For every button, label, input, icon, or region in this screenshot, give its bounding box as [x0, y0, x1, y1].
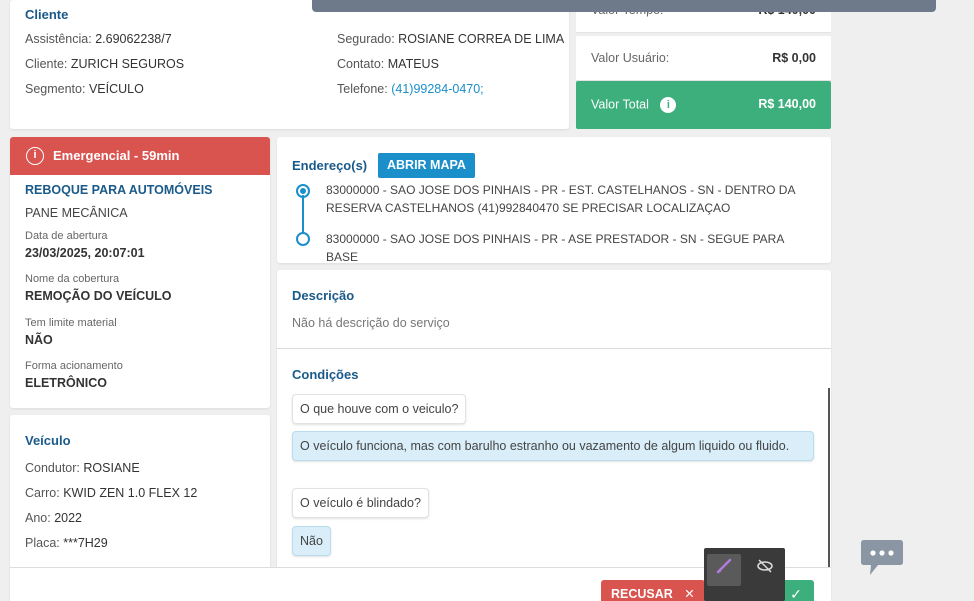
- telefone-row: Telefone: (41)99284-0470;: [337, 82, 484, 96]
- segmento-row: Segmento: VEÍCULO: [25, 82, 144, 96]
- limite-value: NÃO: [25, 333, 53, 347]
- valor-total-label: Valor Total: [591, 97, 649, 112]
- condutor-value: ROSIANE: [83, 461, 140, 475]
- eye-off-icon: [757, 559, 773, 573]
- abertura-value: 23/03/2025, 20:07:01: [25, 246, 145, 260]
- cliente-card: Cliente Assistência: 2.69062238/7 Client…: [10, 0, 569, 129]
- placa-label: Placa:: [25, 536, 60, 550]
- carro-row: Carro: KWID ZEN 1.0 FLEX 12: [25, 486, 197, 500]
- recusar-label: RECUSAR: [611, 587, 673, 601]
- valor-usuario-value: R$ 0,00: [772, 51, 816, 65]
- ano-row: Ano: 2022: [25, 511, 82, 525]
- condutor-row: Condutor: ROSIANE: [25, 461, 140, 475]
- hide-tool-button[interactable]: [748, 554, 782, 586]
- cobertura-value: REMOÇÃO DO VEÍCULO: [25, 289, 172, 303]
- segmento-value: VEÍCULO: [88, 82, 144, 96]
- acionamento-label: Forma acionamento: [25, 360, 123, 372]
- valor-total-label-wrap: Valor Total i: [591, 97, 677, 113]
- endereco-origem: 83000000 - SAO JOSE DOS PINHAIS - PR - E…: [326, 183, 795, 215]
- valor-total-row: Valor Total i R$ 140,00: [576, 81, 831, 129]
- cliente-label: Cliente:: [25, 57, 68, 71]
- carro-label: Carro:: [25, 486, 60, 500]
- valor-total-value: R$ 140,00: [758, 97, 816, 111]
- placa-row: Placa: ***7H29: [25, 536, 108, 550]
- telefone-link[interactable]: (41)99284-0470;: [391, 82, 483, 96]
- recusar-button[interactable]: RECUSAR ✕: [601, 580, 705, 601]
- pen-icon: [716, 558, 732, 574]
- ano-value: 2022: [54, 511, 83, 525]
- destination-marker-icon: [296, 232, 310, 246]
- assistencia-label: Assistência:: [25, 32, 92, 46]
- condicao-answer-1: O veículo funciona, mas com barulho estr…: [292, 431, 814, 461]
- alert-icon: i: [26, 147, 44, 165]
- segurado-value: ROSIANE CORREA DE LIMA: [398, 32, 565, 46]
- floating-toolbar: [704, 548, 785, 601]
- contato-row: Contato: MATEUS: [337, 57, 439, 71]
- close-icon: ✕: [684, 587, 695, 601]
- abertura-label: Data de abertura: [25, 230, 108, 242]
- cliente-value: ZURICH SEGUROS: [70, 57, 185, 71]
- emergencia-text: Emergencial - 59min: [53, 148, 180, 163]
- acionamento-value: ELETRÔNICO: [25, 376, 107, 390]
- section-divider: [277, 348, 831, 349]
- segurado-row: Segurado: ROSIANE CORREA DE LIMA: [337, 32, 564, 46]
- info-icon[interactable]: i: [660, 97, 677, 113]
- contato-label: Contato:: [337, 57, 385, 71]
- placa-value: ***7H29: [63, 536, 108, 550]
- check-icon: ✓: [790, 586, 802, 601]
- abrir-mapa-button[interactable]: ABRIR MAPA: [378, 153, 475, 178]
- condicao-answer-2: Não: [292, 526, 331, 556]
- endereco-title: Endereço(s): [292, 158, 368, 173]
- limite-label: Tem limite material: [25, 317, 117, 329]
- telefone-label: Telefone:: [337, 82, 388, 96]
- pen-tool-button[interactable]: [707, 554, 741, 586]
- emergencia-banner: i Emergencial - 59min: [10, 137, 270, 175]
- endereco-destino: 83000000 - SAO JOSE DOS PINHAIS - PR - A…: [326, 232, 784, 264]
- descricao-title: Descrição: [292, 288, 355, 303]
- servico-card: i Emergencial - 59min REBOQUE PARA AUTOM…: [10, 137, 270, 408]
- chat-button[interactable]: [860, 538, 904, 578]
- condicoes-title: Condições: [292, 367, 359, 382]
- cliente-title: Cliente: [25, 7, 69, 22]
- valor-usuario-row: Valor Usuário: R$ 0,00: [576, 36, 831, 81]
- condicoes-scrollbar[interactable]: [828, 388, 830, 568]
- assistencia-row: Assistência: 2.69062238/7: [25, 32, 172, 46]
- condicao-question-1: O que houve com o veiculo?: [292, 394, 467, 424]
- assistencia-value: 2.69062238/7: [95, 32, 172, 46]
- top-overlay-bar: [312, 0, 936, 12]
- valor-usuario-label: Valor Usuário:: [591, 51, 670, 65]
- descricao-text: Não há descrição do serviço: [292, 316, 450, 330]
- ano-label: Ano:: [25, 511, 51, 525]
- contato-value: MATEUS: [387, 57, 439, 71]
- veiculo-title: Veículo: [25, 433, 71, 448]
- carro-value: KWID ZEN 1.0 FLEX 12: [63, 486, 198, 500]
- endereco-card: Endereço(s) ABRIR MAPA 83000000 - SAO JO…: [277, 137, 831, 264]
- cobertura-label: Nome da cobertura: [25, 273, 120, 285]
- route-line: [302, 195, 304, 233]
- chat-icon: [861, 540, 903, 575]
- segmento-label: Segmento:: [25, 82, 86, 96]
- cliente-row: Cliente: ZURICH SEGUROS: [25, 57, 184, 71]
- servico-motivo: PANE MECÂNICA: [25, 206, 128, 220]
- condicao-question-2: O veículo é blindado?: [292, 488, 429, 518]
- valores-panel: Valor Tempo: R$ 140,00 Valor Usuário: R$…: [576, 0, 831, 129]
- servico-tipo: REBOQUE PARA AUTOMÓVEIS: [25, 183, 213, 197]
- condutor-label: Condutor:: [25, 461, 80, 475]
- segurado-label: Segurado:: [337, 32, 395, 46]
